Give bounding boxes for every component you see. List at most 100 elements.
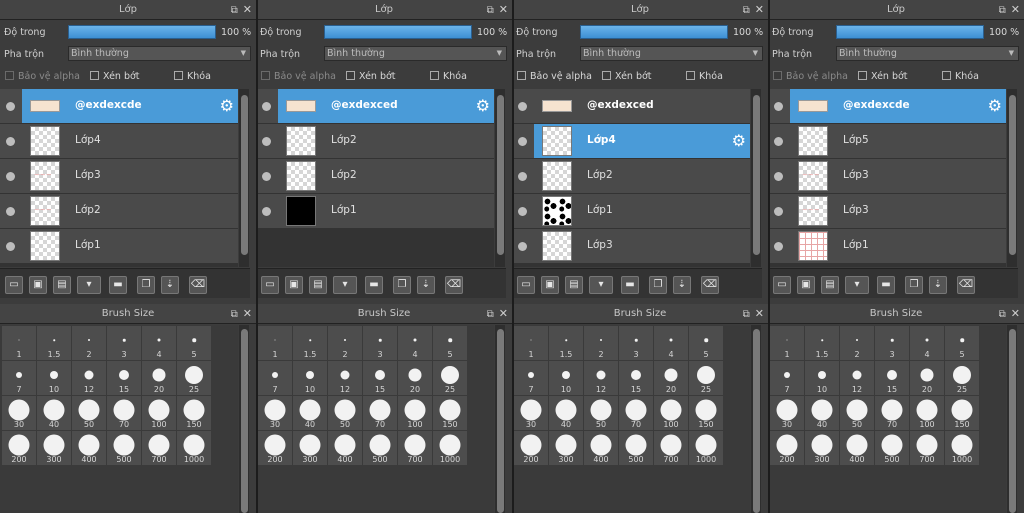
brush-size-cell[interactable]: 1 [514,326,548,360]
brush-size-cell[interactable]: 400 [584,431,618,465]
layer-row[interactable]: ~~~ Lớp2 [0,194,238,229]
duplicate-icon[interactable]: ❐ [905,276,923,294]
brush-size-cell[interactable]: 3 [363,326,397,360]
layer-scrollbar-thumb[interactable] [497,95,504,255]
visibility-eye-icon[interactable] [774,102,783,111]
brush-size-cell[interactable]: 15 [619,361,653,395]
brush-size-cell[interactable]: 1000 [433,431,467,465]
trash-icon[interactable]: ⌫ [445,276,463,294]
brush-size-cell[interactable]: 150 [433,396,467,430]
new-raster-icon[interactable]: ▣ [797,276,815,294]
layer-scrollbar[interactable] [495,89,505,267]
brush-size-cell[interactable]: 3 [619,326,653,360]
brush-size-cell[interactable]: 10 [549,361,583,395]
trash-icon[interactable]: ⌫ [189,276,207,294]
blend-mode-select[interactable]: Bình thường ▼ [68,46,251,61]
lock-checkbox[interactable]: Khóa [942,71,979,82]
new-vector-icon[interactable]: ▤ [821,276,839,294]
close-icon[interactable]: ✕ [1011,307,1020,320]
gear-icon[interactable]: ⚙ [220,97,234,115]
brush-size-cell[interactable]: 30 [770,396,804,430]
new-vector-icon[interactable]: ▤ [565,276,583,294]
layer-row[interactable]: Lớp1 [256,194,494,229]
popout-icon[interactable]: ⧉ [999,5,1006,16]
visibility-eye-icon[interactable] [6,172,15,181]
brush-size-cell[interactable]: 2 [72,326,106,360]
brush-size-cell[interactable]: 1000 [945,431,979,465]
brush-size-cell[interactable]: 5 [945,326,979,360]
brush-size-cell[interactable]: 150 [945,396,979,430]
brush-size-cell[interactable]: 100 [910,396,944,430]
brush-size-cell[interactable]: 700 [654,431,688,465]
visibility-eye-icon[interactable] [774,207,783,216]
layer-row[interactable]: Lớp3 [512,229,750,264]
popout-icon[interactable]: ⧉ [999,309,1006,320]
merge-down-icon[interactable]: ⇣ [673,276,691,294]
layer-row[interactable]: @exdexced [512,89,750,124]
brush-size-cell[interactable]: 100 [654,396,688,430]
brush-size-cell[interactable]: 50 [840,396,874,430]
brush-size-cell[interactable]: 1000 [177,431,211,465]
new-layer-icon[interactable]: ▭ [773,276,791,294]
brush-size-cell[interactable]: 2 [328,326,362,360]
brush-size-cell[interactable]: 40 [549,396,583,430]
brush-size-cell[interactable]: 4 [142,326,176,360]
visibility-eye-icon[interactable] [6,137,15,146]
brush-size-cell[interactable]: 20 [910,361,944,395]
layer-row[interactable]: Lớp1 [512,194,750,229]
brush-size-cell[interactable]: 5 [177,326,211,360]
brush-size-cell[interactable]: 200 [258,431,292,465]
brush-size-cell[interactable]: 1000 [689,431,723,465]
brush-size-cell[interactable]: 12 [584,361,618,395]
new-vector-icon[interactable]: ▤ [53,276,71,294]
visibility-eye-icon[interactable] [6,102,15,111]
new-layer-icon[interactable]: ▭ [517,276,535,294]
gear-icon[interactable]: ⚙ [476,97,490,115]
clipping-checkbox[interactable]: Xén bớt [858,71,908,82]
brush-size-cell[interactable]: 7 [258,361,292,395]
brush-size-cell[interactable]: 12 [328,361,362,395]
brush-size-cell[interactable]: 4 [654,326,688,360]
brush-size-cell[interactable]: 10 [37,361,71,395]
brush-scrollbar-thumb[interactable] [497,329,504,513]
brush-size-cell[interactable]: 70 [875,396,909,430]
brush-size-cell[interactable]: 25 [433,361,467,395]
brush-size-cell[interactable]: 40 [805,396,839,430]
brush-size-cell[interactable]: 25 [177,361,211,395]
brush-size-cell[interactable]: 30 [258,396,292,430]
duplicate-icon[interactable]: ❐ [137,276,155,294]
popout-icon[interactable]: ⧉ [743,5,750,16]
duplicate-icon[interactable]: ❐ [649,276,667,294]
brush-size-cell[interactable]: 7 [2,361,36,395]
brush-size-cell[interactable]: 4 [398,326,432,360]
brush-size-cell[interactable]: 70 [363,396,397,430]
add-layer-menu-icon[interactable]: ▾ [77,276,101,294]
brush-size-cell[interactable]: 200 [2,431,36,465]
brush-size-cell[interactable]: 40 [293,396,327,430]
visibility-eye-icon[interactable] [518,137,527,146]
visibility-eye-icon[interactable] [6,242,15,251]
brush-size-cell[interactable]: 30 [514,396,548,430]
brush-scrollbar[interactable] [1007,325,1017,513]
folder-icon[interactable]: ▬ [621,276,639,294]
new-vector-icon[interactable]: ▤ [309,276,327,294]
new-layer-icon[interactable]: ▭ [261,276,279,294]
brush-size-cell[interactable]: 400 [840,431,874,465]
lock-checkbox[interactable]: Khóa [430,71,467,82]
opacity-slider[interactable] [836,25,984,39]
lock-checkbox[interactable]: Khóa [174,71,211,82]
popout-icon[interactable]: ⧉ [231,5,238,16]
brush-size-cell[interactable]: 700 [910,431,944,465]
close-icon[interactable]: ✕ [499,307,508,320]
new-layer-icon[interactable]: ▭ [5,276,23,294]
brush-size-cell[interactable]: 2 [584,326,618,360]
brush-size-cell[interactable]: 30 [2,396,36,430]
brush-size-cell[interactable]: 4 [910,326,944,360]
brush-size-cell[interactable]: 500 [107,431,141,465]
layer-row[interactable]: Lớp1 [0,229,238,264]
brush-size-cell[interactable]: 20 [398,361,432,395]
brush-size-cell[interactable]: 1 [770,326,804,360]
brush-size-cell[interactable]: 10 [293,361,327,395]
brush-size-cell[interactable]: 400 [72,431,106,465]
layer-scrollbar[interactable] [751,89,761,267]
